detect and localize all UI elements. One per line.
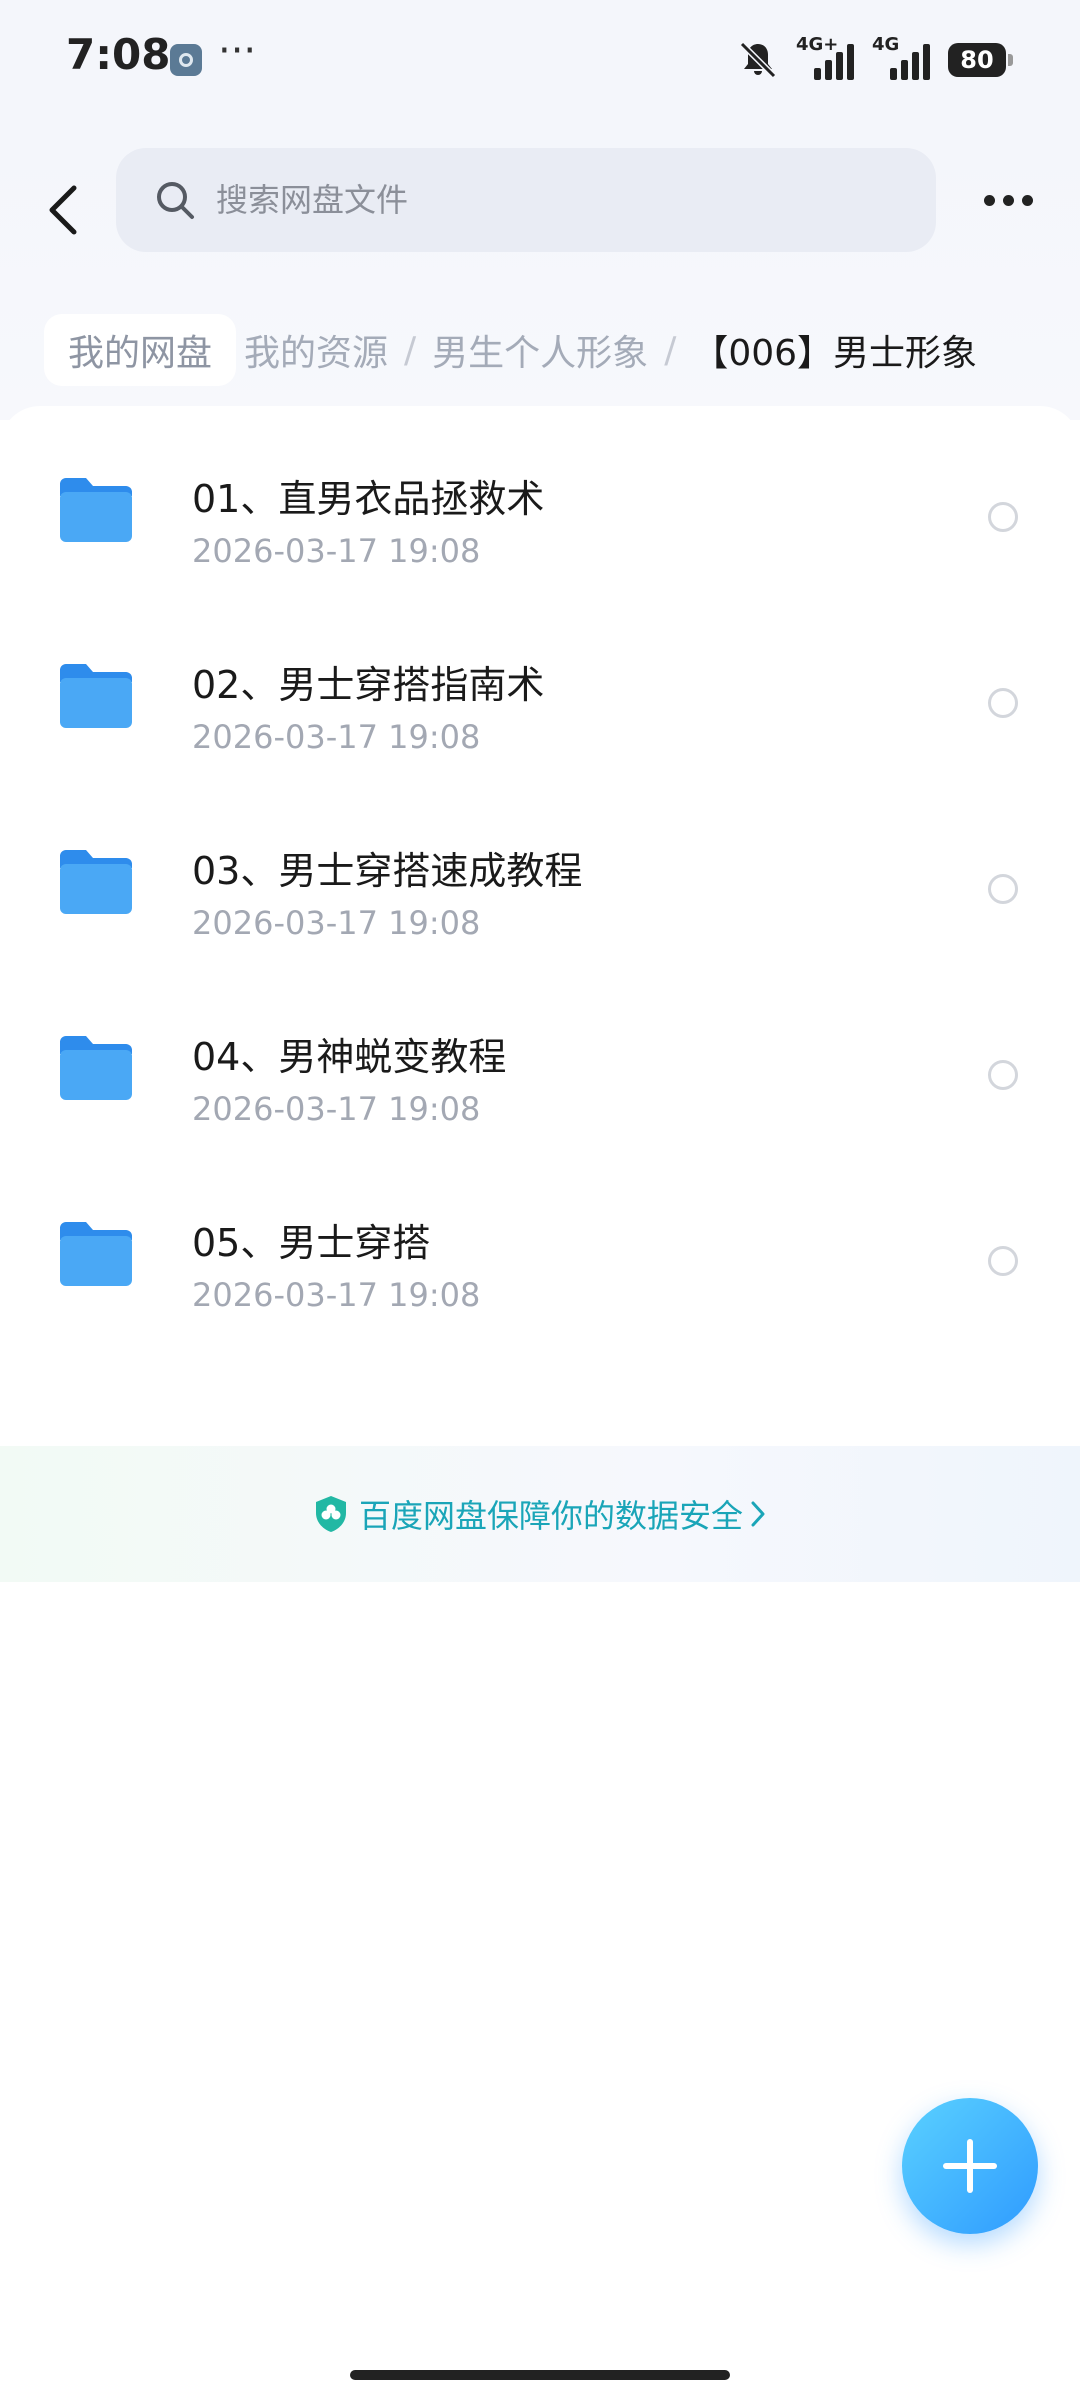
status-bar: 7:08 ··· 4G+ 4G 80 — [0, 0, 1080, 120]
more-options-button[interactable] — [976, 170, 1040, 230]
folder-row[interactable]: 01、直男衣品拯救术 2026-03-17 19:08 — [0, 424, 1080, 610]
select-checkbox[interactable] — [988, 502, 1018, 532]
select-checkbox[interactable] — [988, 688, 1018, 718]
chevron-left-icon — [49, 185, 77, 235]
battery-icon: 80 — [948, 43, 1013, 77]
folder-row[interactable]: 05、男士穿搭 2026-03-17 19:08 — [0, 1168, 1080, 1354]
folder-name: 05、男士穿搭 — [192, 1221, 431, 1265]
search-icon — [157, 182, 194, 219]
folder-icon — [60, 850, 132, 914]
folder-icon — [60, 664, 132, 728]
folder-row[interactable]: 03、男士穿搭速成教程 2026-03-17 19:08 — [0, 796, 1080, 982]
home-indicator[interactable] — [350, 2370, 730, 2380]
signal-icon-1: 4G+ — [796, 34, 856, 80]
search-input[interactable] — [214, 180, 858, 220]
folder-icon — [60, 478, 132, 542]
security-banner-text: 百度网盘保障你的数据安全 — [358, 1497, 743, 1535]
breadcrumb-current: 【006】男士形象 — [692, 333, 978, 374]
folder-icon — [60, 1222, 132, 1286]
plus-icon — [943, 2139, 997, 2193]
file-list: 01、直男衣品拯救术 2026-03-17 19:08 02、男士穿搭指南术 2… — [0, 406, 1080, 1606]
add-button[interactable] — [902, 2098, 1038, 2234]
status-indicators: 4G+ 4G 80 — [736, 34, 1013, 84]
folder-date: 2026-03-17 19:08 — [192, 1090, 481, 1128]
more-dot-icon — [1021, 194, 1033, 206]
select-checkbox[interactable] — [988, 874, 1018, 904]
folder-icon — [60, 1036, 132, 1100]
more-dot-icon — [983, 194, 995, 206]
folder-date: 2026-03-17 19:08 — [192, 1276, 481, 1314]
folder-row[interactable]: 02、男士穿搭指南术 2026-03-17 19:08 — [0, 610, 1080, 796]
breadcrumb-item[interactable]: 我的资源 — [236, 324, 396, 376]
breadcrumb: 我的网盘 我的资源 / 男生个人形象 / 【006】男士形象 — [44, 310, 977, 390]
more-dot-icon — [1002, 194, 1014, 206]
status-time: 7:08 — [66, 30, 171, 79]
status-more-notifications: ··· — [218, 28, 257, 74]
folder-date: 2026-03-17 19:08 — [192, 532, 481, 570]
breadcrumb-separator: / — [664, 329, 677, 371]
bell-muted-icon — [739, 41, 777, 79]
folder-name: 01、直男衣品拯救术 — [192, 477, 545, 521]
breadcrumb-item[interactable]: 男生个人形象 — [424, 324, 656, 376]
folder-name: 02、男士穿搭指南术 — [192, 663, 545, 707]
back-button[interactable] — [36, 170, 92, 250]
header: 我的网盘 我的资源 / 男生个人形象 / 【006】男士形象 — [0, 120, 1080, 420]
breadcrumb-separator: / — [404, 329, 417, 371]
select-checkbox[interactable] — [988, 1060, 1018, 1090]
security-banner[interactable]: 百度网盘保障你的数据安全 — [0, 1446, 1080, 1582]
chevron-right-icon — [751, 1501, 765, 1527]
folder-date: 2026-03-17 19:08 — [192, 904, 481, 942]
select-checkbox[interactable] — [988, 1246, 1018, 1276]
notification-app-icon — [170, 44, 202, 76]
search-box[interactable] — [116, 148, 936, 252]
folder-date: 2026-03-17 19:08 — [192, 718, 481, 756]
folder-row[interactable]: 04、男神蜕变教程 2026-03-17 19:08 — [0, 982, 1080, 1168]
folder-name: 03、男士穿搭速成教程 — [192, 849, 583, 893]
folder-name: 04、男神蜕变教程 — [192, 1035, 507, 1079]
breadcrumb-root[interactable]: 我的网盘 — [44, 314, 237, 386]
shield-icon — [315, 1496, 346, 1532]
signal-icon-2: 4G — [872, 34, 932, 80]
